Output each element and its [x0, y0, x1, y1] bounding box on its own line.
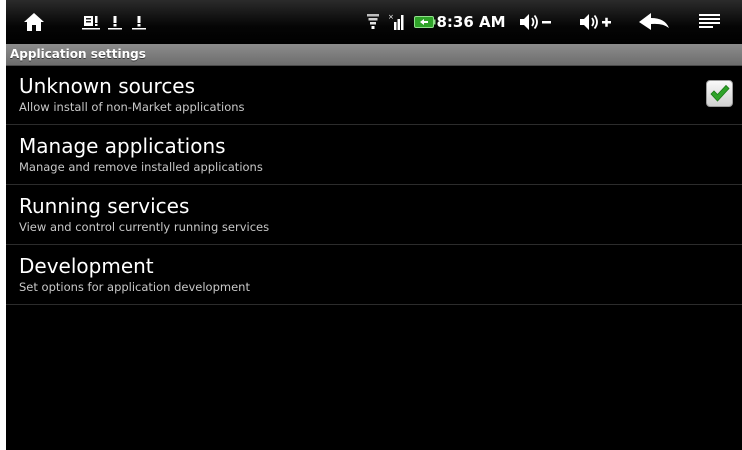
setting-summary: Set options for application development: [19, 280, 250, 294]
check-icon: [710, 84, 730, 102]
battery-icon: [412, 0, 438, 44]
warning-icon[interactable]: [106, 0, 124, 44]
setting-summary: Manage and remove installed applications: [19, 160, 263, 174]
clock-time: 8:36 AM: [436, 13, 506, 31]
page-title: Application settings: [10, 47, 146, 61]
setting-summary: Allow install of non-Market applications: [19, 100, 245, 114]
signal-icon: ×: [386, 0, 408, 44]
setting-development[interactable]: Development Set options for application …: [6, 245, 742, 305]
screen: × 8:36 AM Application settings Unknown s…: [6, 0, 742, 450]
setting-summary: View and control currently running servi…: [19, 220, 270, 234]
wifi-icon: [364, 0, 382, 44]
setting-title: Manage applications: [19, 134, 226, 158]
volume-up-icon[interactable]: [574, 0, 616, 44]
setting-running-services[interactable]: Running services View and control curren…: [6, 185, 742, 245]
setting-title: Running services: [19, 194, 190, 218]
status-bar: × 8:36 AM: [6, 0, 742, 44]
home-icon[interactable]: [16, 0, 52, 44]
warning-icon[interactable]: [130, 0, 148, 44]
settings-list: Unknown sources Allow install of non-Mar…: [6, 65, 742, 305]
setting-manage-applications[interactable]: Manage applications Manage and remove in…: [6, 125, 742, 185]
menu-icon[interactable]: [694, 0, 726, 44]
unknown-sources-checkbox[interactable]: [706, 80, 733, 107]
notification-icon[interactable]: [80, 0, 102, 44]
setting-unknown-sources[interactable]: Unknown sources Allow install of non-Mar…: [6, 65, 742, 125]
volume-down-icon[interactable]: [514, 0, 556, 44]
svg-text:×: ×: [388, 13, 394, 21]
setting-title: Development: [19, 254, 154, 278]
back-icon[interactable]: [634, 0, 674, 44]
setting-title: Unknown sources: [19, 74, 196, 98]
title-bar: Application settings: [6, 44, 742, 66]
